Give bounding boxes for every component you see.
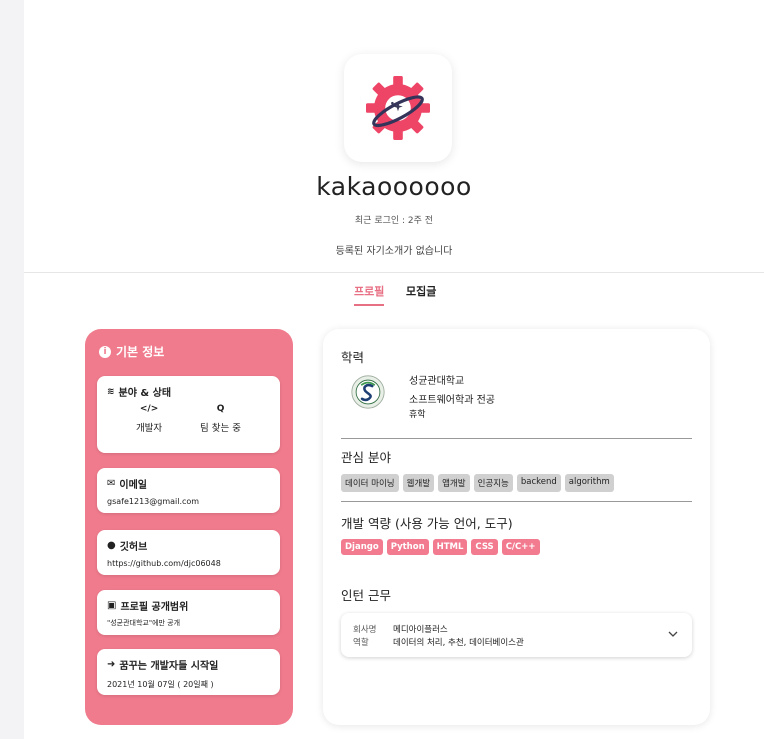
profile-detail-panel: 학력 성균관대학교 소프트웨어학과 전공 휴학 관심 분야 데이터 마이닝 웹개… [323,329,710,725]
start-date-card: ➜ 꿈꾸는 개발자들 시작일 2021년 10월 07일 ( 20일째 ) [97,649,280,695]
tab-posts[interactable]: 모집글 [406,283,436,299]
basic-info-panel: i 기본 정보 ≋ 분야 & 상태 </> 개발자 Q 팀 찾는 중 ✉ 이메일… [85,329,293,725]
basic-info-title: i 기본 정보 [99,343,164,360]
status-items: </> 개발자 Q 팀 찾는 중 [97,404,280,434]
start-date-label: 꿈꾸는 개발자들 시작일 [119,661,219,672]
field-status-label: 분야 & 상태 [118,388,172,399]
mail-icon: ✉ [107,478,116,489]
status-team-search-label: 팀 찾는 중 [200,423,242,434]
code-icon: </> [139,404,159,414]
basic-info-label: 기본 정보 [116,345,165,359]
email-label: 이메일 [119,480,147,491]
email-card: ✉ 이메일 gsafe1213@gmail.com [97,468,280,513]
interest-tags: 데이터 마이닝 웹개발 앱개발 인공지능 backend algorithm [341,474,614,492]
avatar [344,54,452,162]
visibility-label: 프로필 공개범위 [120,602,189,613]
status-team-search: Q 팀 찾는 중 [200,404,241,434]
intern-role-label: 역할 [353,638,369,648]
school-logo [351,375,385,409]
skill-tag: Python [386,539,429,555]
start-date-title: ➜ 꿈꾸는 개발자들 시작일 [107,657,218,672]
github-title: ● 깃허브 [107,538,147,553]
skill-tag: C/C++ [501,539,540,555]
github-label: 깃허브 [119,542,148,553]
status-developer: </> 개발자 [136,404,162,434]
divider [24,272,764,273]
id-card-icon: ▣ [107,600,117,611]
field-status-title: ≋ 분야 & 상태 [107,384,172,400]
school-major: 소프트웨어학과 전공 [409,395,495,406]
tab-profile[interactable]: 프로필 [354,283,385,306]
interests-title: 관심 분야 [341,450,391,465]
intern-company: 메디아이플러스 [393,625,448,635]
start-date-value: 2021년 10월 07일 ( 20일째 ) [107,680,214,689]
profile-page: kakaoooooo 최근 로그인 : 2주 전 등록된 자기소개가 없습니다 … [24,0,764,739]
username: kakaoooooo [316,172,472,201]
gear-planet-icon [366,76,430,140]
skill-tag: HTML [432,539,468,555]
visibility-card: ▣ 프로필 공개범위 "성균관대학교"에만 공개 [97,590,280,635]
sign-in-icon: ➜ [107,659,116,670]
interest-tag: 앱개발 [438,474,470,492]
intern-company-label: 회사명 [353,625,377,635]
layers-icon: ≋ [107,386,115,397]
school-status: 휴학 [409,410,426,420]
interest-tag: 인공지능 [473,474,513,492]
visibility-value: "성균관대학교"에만 공개 [107,619,181,627]
last-login: 최근 로그인 : 2주 전 [354,216,434,226]
intern-title: 인턴 근무 [341,588,391,603]
skills-title: 개발 역량 (사용 가능 언어, 도구) [341,516,513,531]
chevron-down-icon[interactable] [666,627,680,641]
intern-role: 데이터의 처리, 추천, 데이터베이스관 [393,638,524,648]
interest-tag: 데이터 마이닝 [341,474,399,492]
skill-tag: CSS [471,539,498,555]
intern-company-row: 회사명 메디아이플러스 [353,623,448,635]
search-icon: Q [216,404,225,414]
email-value[interactable]: gsafe1213@gmail.com [107,497,199,506]
school-name: 성균관대학교 [409,376,465,387]
visibility-title: ▣ 프로필 공개범위 [107,598,188,613]
github-card: ● 깃허브 https://github.com/djc06048 [97,530,280,575]
education-title: 학력 [341,350,365,365]
status-developer-label: 개발자 [135,423,163,434]
intern-accordion[interactable]: 회사명 메디아이플러스 역할 데이터의 처리, 추천, 데이터베이스관 [341,613,692,657]
github-icon: ● [107,540,116,551]
skill-tag: Django [341,539,383,555]
divider [341,501,692,502]
info-icon: i [99,345,111,358]
interest-tag: algorithm [564,474,614,492]
interest-tag: 웹개발 [402,474,435,492]
skill-tags: Django Python HTML CSS C/C++ [341,539,540,555]
intern-role-row: 역할 데이터의 처리, 추천, 데이터베이스관 [353,636,524,648]
intro-text: 등록된 자기소개가 없습니다 [335,246,453,257]
field-status-card: ≋ 분야 & 상태 </> 개발자 Q 팀 찾는 중 [97,376,280,453]
divider [341,438,692,439]
email-title: ✉ 이메일 [107,476,147,491]
github-link[interactable]: https://github.com/djc06048 [107,559,221,568]
interest-tag: backend [516,474,561,492]
